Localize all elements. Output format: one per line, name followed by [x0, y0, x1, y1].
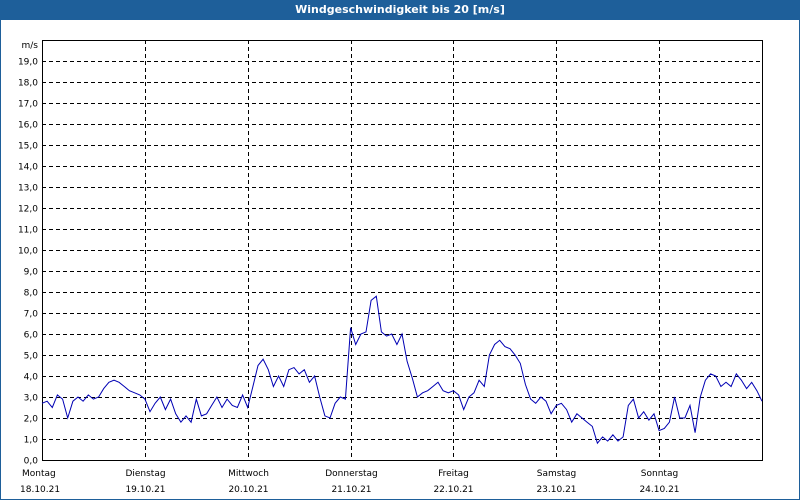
y-tick-label: 10,0	[18, 247, 38, 257]
y-axis-unit-label: m/s	[22, 41, 39, 51]
y-tick-label: 3,0	[24, 394, 39, 404]
y-tick-label: 8,0	[24, 289, 39, 299]
y-tick-label: 15,0	[18, 142, 38, 152]
grid	[42, 40, 762, 460]
y-tick-label: 9,0	[24, 268, 39, 278]
x-date-label: 18.10.21	[20, 485, 60, 495]
y-tick-label: 1,0	[24, 436, 39, 446]
chart-title: Windgeschwindigkeit bis 20 [m/s]	[0, 0, 800, 20]
x-date-label: 19.10.21	[125, 485, 165, 495]
x-day-label: Montag	[22, 469, 56, 479]
y-tick-label: 7,0	[24, 310, 39, 320]
y-tick-label: 5,0	[24, 352, 39, 362]
x-day-label: Freitag	[438, 469, 469, 479]
x-day-label: Sonntag	[641, 469, 678, 479]
y-tick-label: 14,0	[18, 163, 38, 173]
y-tick-label: 13,0	[18, 184, 38, 194]
y-tick-label: 19,0	[18, 58, 38, 68]
x-date-label: 21.10.21	[331, 485, 371, 495]
y-tick-label: 2,0	[24, 415, 39, 425]
x-day-label: Donnerstag	[325, 469, 378, 479]
y-tick-label: 12,0	[18, 205, 38, 215]
x-date-label: 24.10.21	[639, 485, 679, 495]
wind-speed-chart: 0,0 1,0 2,0 3,0 4,0 5,0 6,0 7,0 8,0 9,0 10,0 11,0 12…	[18, 40, 763, 495]
y-tick-label: 0,0	[24, 457, 39, 467]
y-tick-label: 4,0	[24, 373, 39, 383]
y-axis-ticks: 0,0 1,0 2,0 3,0 4,0 5,0 6,0 7,0 8,0 9,0 10,0 11,0 12…	[18, 58, 38, 467]
x-day-label: Samstag	[537, 469, 576, 479]
x-axis-labels: Montag 18.10.21 Dienstag 19.10.21 Mittwoch 20…	[20, 469, 680, 495]
x-day-label: Dienstag	[125, 469, 165, 479]
y-tick-label: 11,0	[18, 226, 38, 236]
x-date-label: 22.10.21	[433, 485, 473, 495]
x-date-label: 23.10.21	[536, 485, 576, 495]
x-day-label: Mittwoch	[228, 469, 269, 479]
series-layer	[41, 295, 763, 445]
y-tick-label: 16,0	[18, 121, 38, 131]
y-tick-label: 18,0	[18, 79, 38, 89]
wind-speed-series-line	[41, 295, 763, 445]
y-tick-label: 17,0	[18, 100, 38, 110]
y-tick-label: 6,0	[24, 331, 39, 341]
x-date-label: 20.10.21	[228, 485, 268, 495]
